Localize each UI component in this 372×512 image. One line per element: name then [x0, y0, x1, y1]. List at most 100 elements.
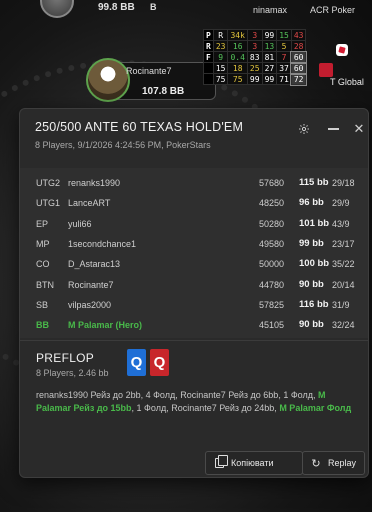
player-chips: 48250	[259, 198, 285, 209]
player-stats: 20/14	[332, 279, 355, 290]
player-stats: 29/18	[332, 178, 355, 188]
hole-card-1: Q	[127, 349, 146, 376]
player-row[interactable]: CO D_Astarac13 50000 100 bb 35/22	[20, 255, 368, 275]
copy-button[interactable]: Копіювати	[205, 451, 303, 475]
player-position: UTG1	[36, 198, 61, 209]
hud-cell: 75	[212, 73, 229, 85]
player-name: Rocinante7	[68, 279, 114, 290]
replay-button[interactable]: ↻ Replay	[302, 451, 365, 475]
hud-cell: 7	[276, 51, 292, 63]
hud-cell: R	[212, 29, 229, 41]
player-position: BTN	[36, 279, 54, 290]
seat-stack: 107.8 BB	[142, 86, 185, 97]
player-stats: 23/17	[332, 238, 355, 249]
player-row[interactable]: EP yuli66 50280 101 bb 43/9	[20, 215, 368, 235]
hud-cell: 43	[290, 29, 307, 41]
hud-cell: 28	[290, 40, 307, 52]
top-seat-avatar	[40, 0, 74, 18]
player-stats: 31/9	[332, 299, 350, 310]
hand-subtitle: 8 Players, 9/1/2026 4:24:56 PM, PokerSta…	[35, 140, 211, 150]
red-badge-icon	[319, 63, 333, 77]
player-bb: 96 bb	[299, 197, 324, 209]
player-chips: 50000	[259, 259, 285, 270]
hud-row-label: F	[203, 51, 214, 63]
player-row[interactable]: SB vilpas2000 57825 116 bb 31/9	[20, 296, 368, 316]
hud-cell: 3	[246, 29, 263, 41]
top-seat[interactable]: 99.8 BB	[18, 0, 168, 20]
top-b-tag: B	[150, 2, 157, 12]
players-table: UTG2 renanks1990 57680 115 bb 29/18 UTG1 Lance…	[20, 168, 368, 338]
hud-row-label	[203, 62, 214, 74]
player-position: SB	[36, 299, 49, 310]
hud-row-label: P	[203, 29, 214, 41]
hud-cell: 27	[261, 62, 278, 74]
close-icon[interactable]: ✕	[351, 121, 367, 137]
player-bb: 116 bb	[299, 298, 329, 310]
player-bb: 99 bb	[299, 237, 324, 249]
gear-icon[interactable]	[296, 121, 312, 137]
player-row[interactable]: UTG2 renanks1990 57680 115 bb 29/18	[20, 174, 368, 194]
hud-cell: 3	[246, 40, 263, 52]
hud-cell: 60	[290, 50, 307, 64]
player-bb: 90 bb	[299, 319, 324, 331]
player-bb: 101 bb	[299, 217, 330, 229]
hud-cell: 5	[276, 40, 292, 52]
hud-cell: 23	[212, 40, 229, 52]
player-stats: 35/22	[332, 259, 355, 270]
player-row[interactable]: MP 1secondchance1 49580 99 bb 23/17	[20, 235, 368, 255]
hud-cell: 75	[227, 73, 248, 85]
hud-cell: 34k	[227, 29, 248, 41]
hand-history-popup: 250/500 ANTE 60 TEXAS HOLD'EM 8 Players,…	[19, 108, 369, 478]
player-row-hero[interactable]: BB M Palamar (Hero) 45105 90 bb 32/24	[20, 316, 368, 336]
seat-name: Rocinante7	[126, 66, 172, 76]
hud-row: 15 18 25 27 37 60	[203, 61, 307, 75]
player-name: D_Astarac13	[68, 259, 121, 270]
copy-icon	[213, 455, 228, 469]
street-sub: 8 Players, 2.46 bb	[36, 368, 109, 378]
hud-stats-table[interactable]: P R 34k 3 99 15 43 R 23 16 3 13 5 28 F 9 0.4 83 81 7 60 15 18 2…	[203, 29, 307, 86]
player-position: CO	[36, 259, 50, 270]
hud-cell: 18	[227, 62, 248, 74]
hero-action: M Palamar Фолд	[279, 402, 352, 413]
player-name: yuli66	[68, 218, 92, 229]
hud-cell: 25	[246, 62, 263, 74]
player-chips: 57825	[259, 299, 285, 310]
side-label: T Global	[330, 77, 364, 87]
player-stats: 29/9	[332, 198, 350, 209]
player-chips: 45105	[259, 320, 285, 331]
hud-cell: 15	[212, 62, 229, 74]
player-bb: 115 bb	[299, 177, 329, 188]
hand-title: 250/500 ANTE 60 TEXAS HOLD'EM	[35, 120, 244, 134]
hud-row: P R 34k 3 99 15 43	[203, 29, 307, 41]
player-chips: 50280	[259, 218, 285, 229]
player-name: renanks1990	[68, 178, 121, 188]
hero-seat-rocinante[interactable]: Rocinante7 107.8 BB	[86, 58, 221, 102]
player-position: BB	[36, 320, 49, 331]
section-divider	[20, 340, 368, 341]
hud-cell: 37	[276, 62, 292, 74]
hud-cell: 16	[227, 40, 248, 52]
hud-cell: 0.4	[227, 51, 248, 63]
player-row[interactable]: UTG1 LanceART 48250 96 bb 29/9	[20, 194, 368, 214]
player-bb: 100 bb	[299, 258, 330, 270]
player-chips: 57680	[259, 178, 285, 188]
replay-icon: ↻	[311, 457, 321, 470]
player-row[interactable]: BTN Rocinante7 44780 90 bb 20/14	[20, 276, 368, 296]
hud-row: F 9 0.4 83 81 7 60	[203, 50, 307, 64]
hud-cell: 72	[290, 72, 307, 86]
hole-card-2: Q	[150, 349, 169, 376]
player-position: MP	[36, 238, 50, 249]
top-bar: B ninamax	[150, 0, 290, 16]
player-name: M Palamar (Hero)	[68, 320, 143, 331]
tg-app-icon[interactable]	[336, 44, 348, 56]
hud-cell: 60	[290, 61, 307, 75]
minimize-icon[interactable]	[325, 121, 341, 137]
action-text: renanks1990 Рейз до 2bb, 4 Фолд, Rocinan…	[36, 390, 316, 400]
player-name: vilpas2000	[68, 299, 112, 310]
acr-poker-link[interactable]: ACR Poker	[310, 5, 355, 15]
action-text: , 1 Фолд, Rocinante7 Рейз до 24bb,	[131, 402, 277, 413]
player-position: UTG2	[36, 178, 61, 188]
top-seat-stack: 99.8 BB	[98, 2, 135, 13]
hud-cell: 9	[212, 51, 229, 63]
player-stats: 32/24	[332, 320, 355, 331]
